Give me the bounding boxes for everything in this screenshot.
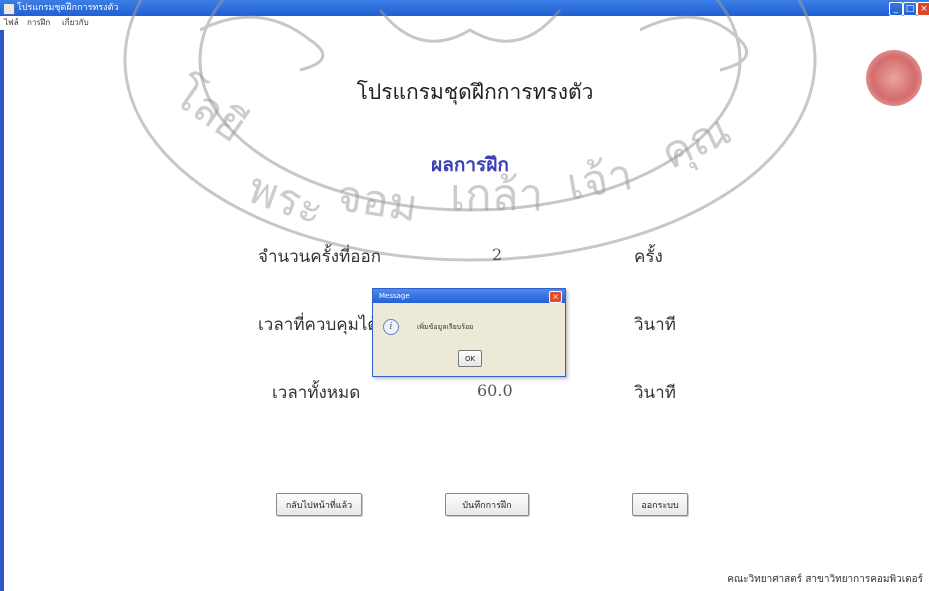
dialog-titlebar: Message × bbox=[373, 289, 565, 303]
ok-button[interactable]: OK bbox=[458, 350, 482, 367]
controlled-time-label: เวลาที่ควบคุมได้ bbox=[258, 315, 379, 335]
save-training-button[interactable]: บันทึกการฝึก bbox=[445, 493, 529, 516]
dialog-title: Message bbox=[379, 292, 410, 300]
dialog-close-button[interactable]: × bbox=[549, 291, 562, 303]
total-time-label: เวลาทั้งหมด bbox=[272, 383, 361, 403]
menu-file[interactable]: ไฟล์ bbox=[4, 16, 19, 30]
university-seal-logo bbox=[866, 50, 922, 106]
menu-about[interactable]: เกี่ยวกับ bbox=[62, 16, 89, 30]
minimize-button[interactable]: _ bbox=[889, 2, 903, 16]
window-title: โปรแกรมชุดฝึกการทรงตัว bbox=[17, 3, 119, 13]
dialog-message: เพิ่มข้อมูลเรียบร้อย bbox=[417, 323, 474, 331]
footer-credit: คณะวิทยาศาสตร์ สาขาวิทยาการคอมพิวเตอร์ bbox=[727, 574, 923, 585]
info-icon: i bbox=[383, 319, 399, 335]
total-time-unit: วินาที bbox=[634, 383, 676, 403]
total-time-value: 60.0 bbox=[477, 381, 513, 400]
svg-text:คุณ: คุณ bbox=[653, 104, 739, 181]
maximize-button[interactable]: □ bbox=[903, 2, 917, 16]
close-button[interactable]: × bbox=[917, 2, 929, 16]
svg-text:โลยี: โลยี bbox=[164, 67, 256, 153]
svg-text:พระ: พระ bbox=[241, 162, 330, 236]
attempts-value: 2 bbox=[492, 245, 503, 264]
app-icon bbox=[3, 3, 15, 15]
attempts-label: จำนวนครั้งที่ออก bbox=[258, 247, 382, 267]
menu-training[interactable]: การฝึก bbox=[27, 16, 50, 30]
program-title: โปรแกรมชุดฝึกการทรงตัว bbox=[356, 80, 594, 104]
message-dialog: Message × i เพิ่มข้อมูลเรียบร้อย OK bbox=[372, 288, 566, 377]
controlled-time-unit: วินาที bbox=[634, 315, 676, 335]
window-titlebar: โปรแกรมชุดฝึกการทรงตัว _ □ × bbox=[0, 0, 929, 16]
attempts-unit: ครั้ง bbox=[634, 247, 663, 267]
svg-text:เจ้า: เจ้า bbox=[563, 149, 636, 211]
result-title: ผลการฝึก bbox=[431, 154, 509, 176]
window-left-border bbox=[0, 30, 4, 591]
back-button[interactable]: กลับไปหน้าที่แล้ว bbox=[276, 493, 362, 516]
menu-bar: ไฟล์ การฝึก เกี่ยวกับ bbox=[0, 16, 929, 30]
exit-button[interactable]: ออกระบบ bbox=[632, 493, 688, 516]
